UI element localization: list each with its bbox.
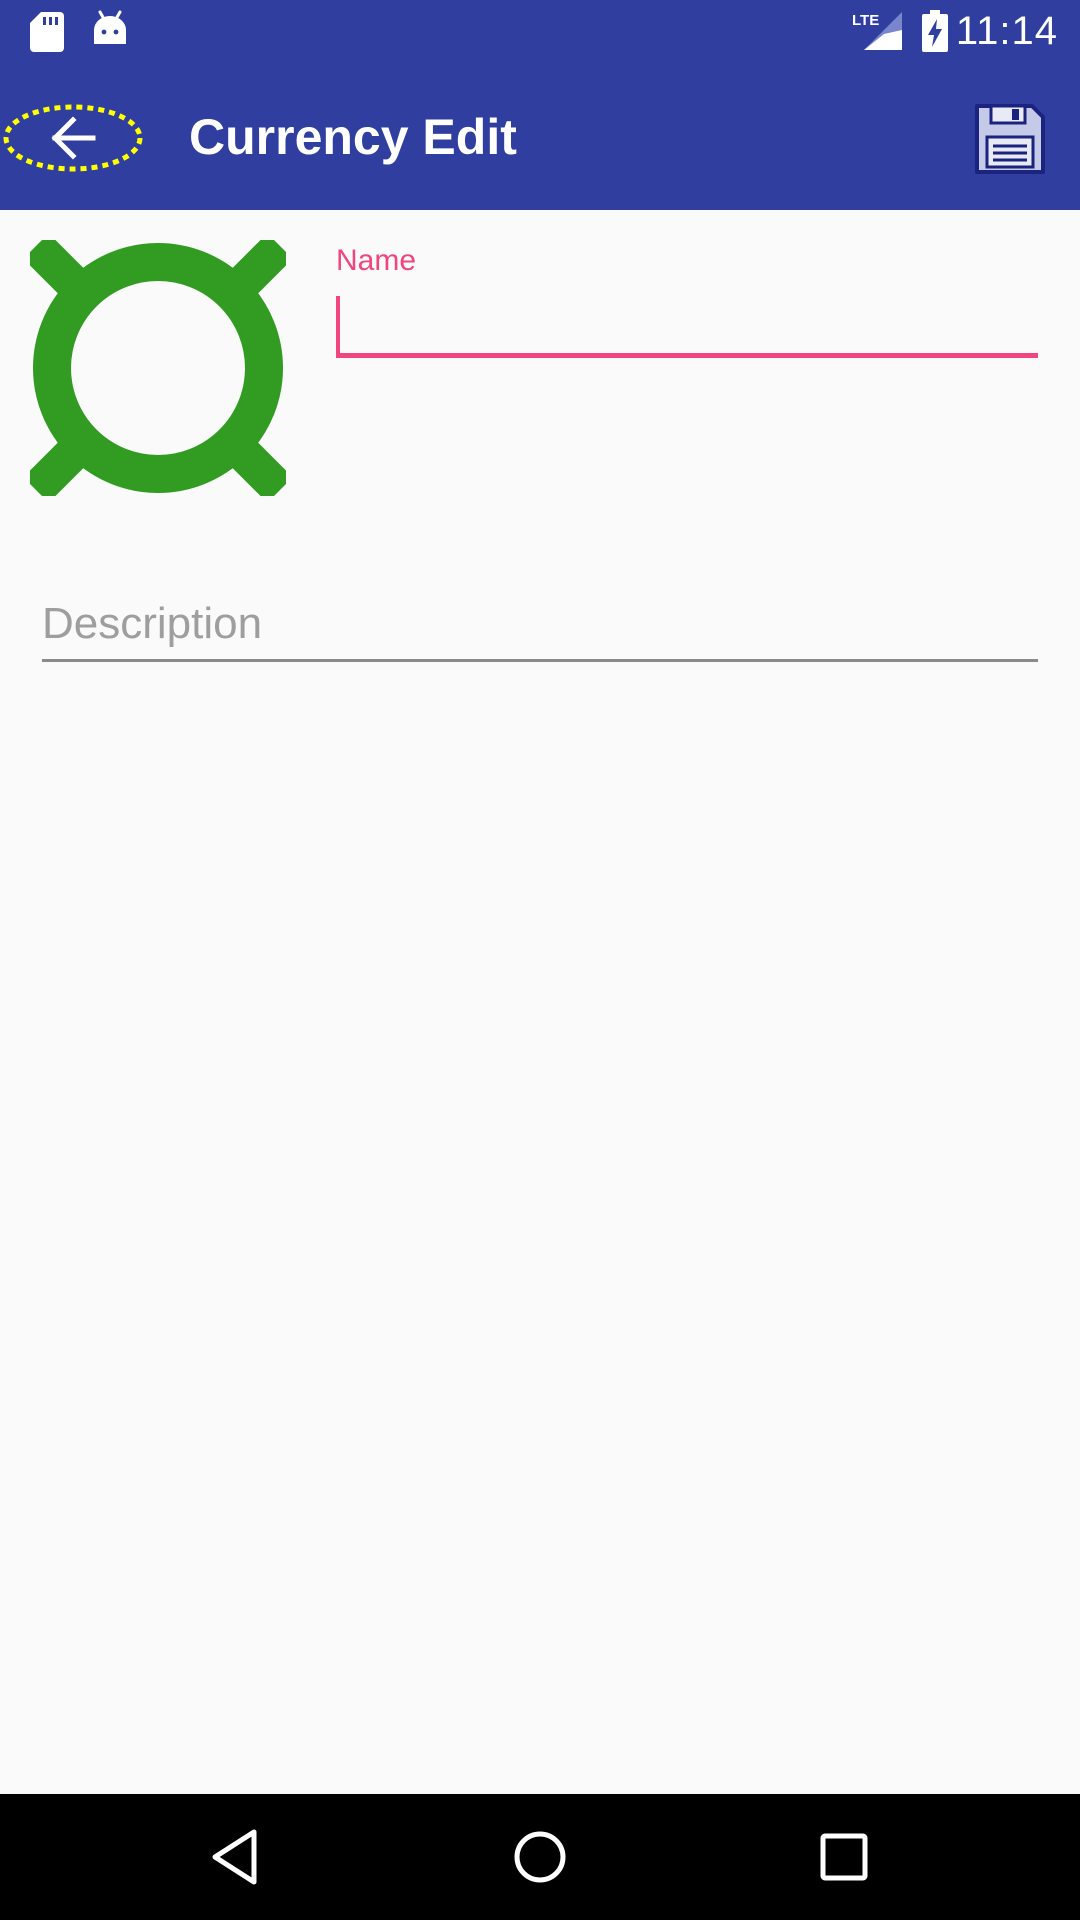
name-field-label: Name [336,244,417,277]
description-field [42,588,1038,662]
recents-square-icon[interactable] [809,1822,879,1892]
android-icon [94,10,126,44]
battery-charging-icon [922,10,948,52]
name-input[interactable] [336,290,1038,358]
page-title: Currency Edit [189,109,517,165]
navigation-bar [0,1794,1080,1920]
network-type-label: LTE [852,12,879,29]
status-time: 11:14 [955,9,1058,53]
description-input[interactable] [42,588,1038,662]
sd-card-icon [30,12,64,52]
text-cursor [336,296,340,354]
floppy-disk-icon [975,104,1045,174]
app-bar: Currency Edit [0,63,1080,210]
back-triangle-icon[interactable] [201,1822,271,1892]
status-bar: LTE 11:14 [0,0,1080,63]
save-button[interactable] [974,103,1046,175]
back-button[interactable] [0,98,146,178]
arrow-left-icon [3,104,143,172]
home-circle-icon[interactable] [505,1822,575,1892]
currency-sign-icon[interactable] [30,240,286,496]
name-field: Name [336,240,1038,372]
lte-signal-icon: LTE [852,12,902,50]
